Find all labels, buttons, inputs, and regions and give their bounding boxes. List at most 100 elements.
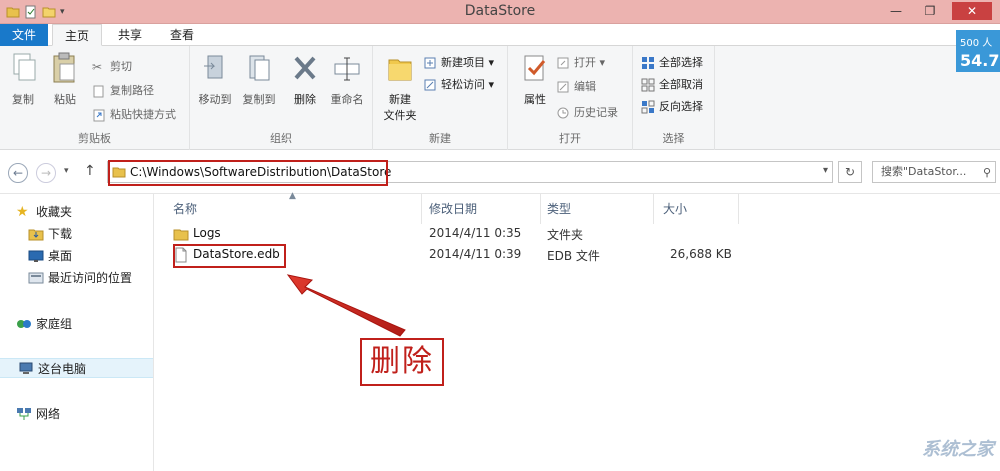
- edit-label: 编辑: [574, 80, 596, 93]
- properties-icon: [524, 55, 546, 81]
- watermark: 系统之家: [854, 427, 994, 467]
- paste-icon: [53, 52, 75, 83]
- column-divider[interactable]: [540, 194, 541, 224]
- copy-path-button[interactable]: 复制路径: [92, 82, 154, 100]
- paste-shortcut-button[interactable]: 粘贴快捷方式: [92, 106, 176, 124]
- select-all-label: 全部选择: [659, 56, 703, 69]
- nav-recent-label: 最近访问的位置: [48, 271, 133, 285]
- new-folder-label-1: 新建: [389, 93, 411, 106]
- group-label-clipboard: 剪贴板: [78, 132, 111, 145]
- copy-to-icon: [249, 55, 270, 81]
- properties-button[interactable]: 属性: [512, 52, 558, 107]
- nav-favorites-label: 收藏夹: [36, 205, 73, 219]
- file-modified: 2014/4/11 0:35: [429, 226, 522, 240]
- window-title: DataStore: [464, 3, 536, 19]
- forward-button[interactable]: →: [36, 163, 56, 183]
- open-icon: [557, 57, 569, 69]
- new-folder-button[interactable]: 新建 文件夹: [377, 52, 423, 123]
- refresh-button[interactable]: ↻: [838, 161, 862, 183]
- paste-label: 粘贴: [54, 93, 76, 106]
- address-highlight-box: [108, 160, 388, 186]
- widget-line-1: 500 人: [960, 38, 993, 49]
- close-button[interactable]: ✕: [952, 2, 992, 20]
- cut-button[interactable]: ✂ 剪切: [92, 58, 132, 76]
- nav-desktop-label: 桌面: [48, 249, 73, 263]
- copy-path-label: 复制路径: [110, 84, 154, 97]
- paste-button[interactable]: 粘贴: [42, 52, 88, 107]
- delete-annotation-label: 删除: [360, 338, 444, 386]
- nav-this-pc[interactable]: 这台电脑: [0, 358, 153, 378]
- invert-selection-button[interactable]: 反向选择: [641, 98, 703, 116]
- recent-locations-dropdown[interactable]: ▾: [64, 166, 69, 176]
- tab-view[interactable]: 查看: [160, 24, 204, 46]
- nav-recent[interactable]: 最近访问的位置: [28, 268, 132, 288]
- downloads-icon: [28, 229, 44, 241]
- copy-path-icon: [93, 85, 104, 98]
- rename-icon: [334, 57, 360, 81]
- nav-downloads-label: 下载: [48, 227, 73, 241]
- group-label-select: 选择: [662, 132, 685, 145]
- chevron-down-icon[interactable]: ▾: [823, 165, 828, 176]
- column-header-name[interactable]: 名称: [173, 200, 197, 217]
- edit-button[interactable]: 编辑: [556, 78, 596, 96]
- new-item-icon: [424, 57, 436, 69]
- nav-desktop[interactable]: 桌面: [28, 246, 72, 266]
- rename-button[interactable]: 重命名: [324, 52, 370, 107]
- copy-label: 复制: [12, 93, 34, 106]
- open-button[interactable]: 打开 ▾: [556, 54, 605, 72]
- history-button[interactable]: 历史记录: [556, 104, 618, 122]
- minimize-button[interactable]: —: [884, 2, 908, 20]
- easy-access-button[interactable]: 轻松访问 ▾: [423, 76, 494, 94]
- nav-homegroup[interactable]: 家庭组: [16, 314, 72, 334]
- refresh-icon: ↻: [844, 165, 856, 179]
- back-button[interactable]: ←: [8, 163, 28, 183]
- navigation-pane: ★ 收藏夹 下载 桌面 最近访问的位置 家庭组 这台电脑 网络: [0, 194, 154, 471]
- move-to-button[interactable]: 移动到: [192, 52, 238, 107]
- paste-shortcut-icon: [93, 109, 105, 122]
- address-bar[interactable]: C:\Windows\SoftwareDistribution\DataStor…: [107, 160, 833, 186]
- column-divider[interactable]: [738, 194, 739, 224]
- restore-button[interactable]: ❐: [918, 2, 942, 20]
- widget-line-2: 54.7: [960, 51, 1000, 70]
- watermark-text: 系统之家: [922, 439, 994, 460]
- file-highlight-box: [173, 244, 286, 268]
- recent-places-icon: [28, 272, 44, 284]
- copy-button[interactable]: 复制: [0, 52, 46, 107]
- column-divider[interactable]: [653, 194, 654, 224]
- search-input[interactable]: 搜索"DataStor... ⚲: [872, 161, 996, 183]
- tab-file[interactable]: 文件: [0, 24, 48, 46]
- column-divider[interactable]: [421, 194, 422, 224]
- history-label: 历史记录: [574, 106, 618, 119]
- network-icon: [17, 408, 31, 420]
- up-button[interactable]: ↑: [84, 163, 96, 179]
- move-to-icon: [204, 55, 223, 79]
- nav-favorites[interactable]: ★ 收藏夹: [16, 202, 72, 222]
- select-all-button[interactable]: 全部选择: [641, 54, 703, 72]
- file-size: 26,688 KB: [670, 247, 732, 261]
- network-speed-widget[interactable]: 500 人 54.7: [956, 30, 1000, 72]
- nav-network[interactable]: 网络: [16, 404, 60, 424]
- tab-home[interactable]: 主页: [52, 24, 102, 46]
- search-icon: ⚲: [982, 166, 991, 179]
- delete-button[interactable]: 删除: [282, 52, 328, 107]
- ribbon-tabs: 文件 主页 共享 查看: [0, 24, 1000, 46]
- select-none-button[interactable]: 全部取消: [641, 76, 703, 94]
- copy-to-button[interactable]: 复制到: [236, 52, 282, 107]
- nav-homegroup-label: 家庭组: [36, 317, 73, 331]
- folder-icon: [173, 229, 189, 241]
- homegroup-icon: [17, 320, 31, 328]
- paste-shortcut-label: 粘贴快捷方式: [110, 108, 176, 121]
- group-new: 新建 文件夹 新建项目 ▾ 轻松访问 ▾ 新建: [373, 46, 508, 150]
- copy-icon: [13, 53, 36, 81]
- select-none-label: 全部取消: [659, 78, 703, 91]
- move-to-label: 移动到: [198, 93, 232, 106]
- nav-downloads[interactable]: 下载: [28, 224, 72, 244]
- tab-share[interactable]: 共享: [108, 24, 152, 46]
- column-header-type[interactable]: 类型: [547, 200, 571, 217]
- edit-icon: [557, 81, 569, 93]
- column-header-modified[interactable]: 修改日期: [429, 200, 477, 217]
- column-header-size[interactable]: 大小: [663, 200, 687, 217]
- new-item-button[interactable]: 新建项目 ▾: [423, 54, 494, 72]
- nav-network-label: 网络: [36, 407, 61, 421]
- table-row[interactable]: Logs 2014/4/11 0:35 文件夹: [155, 224, 1000, 244]
